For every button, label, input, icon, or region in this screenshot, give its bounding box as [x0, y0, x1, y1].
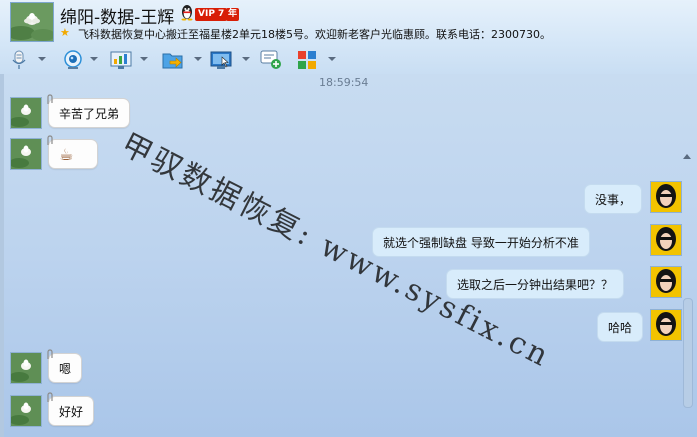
create-discussion-icon — [260, 50, 281, 69]
chat-toolbar — [8, 48, 348, 72]
chat-scrollbar-thumb[interactable] — [683, 298, 693, 408]
send-file-icon — [162, 53, 183, 69]
create-discussion-button[interactable] — [260, 48, 286, 72]
send-file-button[interactable] — [162, 48, 206, 72]
screen-share-button[interactable] — [110, 48, 154, 72]
screen-share-icon — [110, 51, 132, 69]
coffee-emoji-icon: ☕ — [59, 145, 74, 164]
paperclip-icon — [47, 135, 53, 145]
message-bubble[interactable]: 好好 — [47, 392, 95, 426]
paperclip-icon — [47, 392, 53, 402]
message-text: 嗯 — [59, 362, 72, 376]
remote-desktop-button[interactable] — [210, 48, 254, 72]
video-call-button[interactable] — [62, 48, 102, 72]
contact-message-avatar[interactable] — [10, 138, 42, 170]
contact-message-avatar[interactable] — [10, 395, 42, 427]
contact-avatar[interactable] — [10, 2, 54, 42]
chevron-down-icon[interactable] — [328, 57, 336, 61]
self-message-avatar[interactable] — [650, 266, 682, 298]
apps-button[interactable] — [296, 48, 340, 72]
paperclip-icon — [47, 349, 53, 359]
message-timestamp: 18:59:54 — [319, 76, 369, 89]
chat-history[interactable]: 18:59:54 辛苦了兄弟 ☕ 没事， 就选个强制缺盘 导致一开始分析不准 选… — [0, 74, 697, 437]
remote-desktop-icon — [210, 51, 232, 69]
message-text: 没事， — [595, 193, 632, 207]
window-left-edge — [0, 74, 4, 437]
microphone-icon — [12, 50, 26, 69]
vip-year-badge: 年 — [226, 8, 240, 21]
message-bubble[interactable]: ☕ — [47, 135, 98, 169]
chevron-down-icon[interactable] — [194, 57, 202, 61]
self-message-avatar[interactable] — [650, 181, 682, 213]
self-message-avatar[interactable] — [650, 224, 682, 256]
chevron-down-icon[interactable] — [90, 57, 98, 61]
message-text: 就选个强制缺盘 导致一开始分析不准 — [383, 236, 579, 250]
contact-message-avatar[interactable] — [10, 352, 42, 384]
chevron-down-icon[interactable] — [242, 57, 250, 61]
paperclip-icon — [47, 94, 53, 104]
message-bubble[interactable]: 就选个强制缺盘 导致一开始分析不准 — [372, 227, 590, 257]
chevron-down-icon[interactable] — [38, 57, 46, 61]
apps-icon — [298, 51, 316, 69]
message-bubble[interactable]: 辛苦了兄弟 — [47, 94, 131, 128]
message-text: 哈哈 — [608, 321, 633, 335]
message-text: 好好 — [59, 405, 84, 419]
contact-signature: 飞科数据恢复中心搬迁至福星楼2单元18楼5号。欢迎新老客户光临惠顾。联系电话：2… — [78, 28, 551, 41]
qq-penguin-icon — [180, 3, 194, 21]
contact-message-avatar[interactable] — [10, 97, 42, 129]
chevron-down-icon[interactable] — [140, 57, 148, 61]
vip-badge[interactable]: VIP 7 — [195, 8, 228, 21]
webcam-icon — [64, 50, 82, 69]
scroll-up-icon[interactable] — [683, 154, 691, 159]
message-bubble[interactable]: 选取之后一分钟出结果吧？？ — [446, 269, 625, 299]
star-icon: ★ — [60, 26, 70, 39]
message-text: 辛苦了兄弟 — [59, 107, 120, 121]
message-bubble[interactable]: 哈哈 — [597, 312, 644, 342]
self-message-avatar[interactable] — [650, 309, 682, 341]
message-bubble[interactable]: 嗯 — [47, 349, 83, 383]
chat-window-header: 绵阳-数据-王辉 VIP 7 年 ★ 飞科数据恢复中心搬迁至福星楼2单元18楼5… — [0, 0, 697, 74]
voice-call-button[interactable] — [8, 48, 48, 72]
contact-name: 绵阳-数据-王辉 — [60, 8, 175, 28]
message-bubble[interactable]: 没事， — [584, 184, 643, 214]
message-text: 选取之后一分钟出结果吧？？ — [457, 278, 614, 292]
